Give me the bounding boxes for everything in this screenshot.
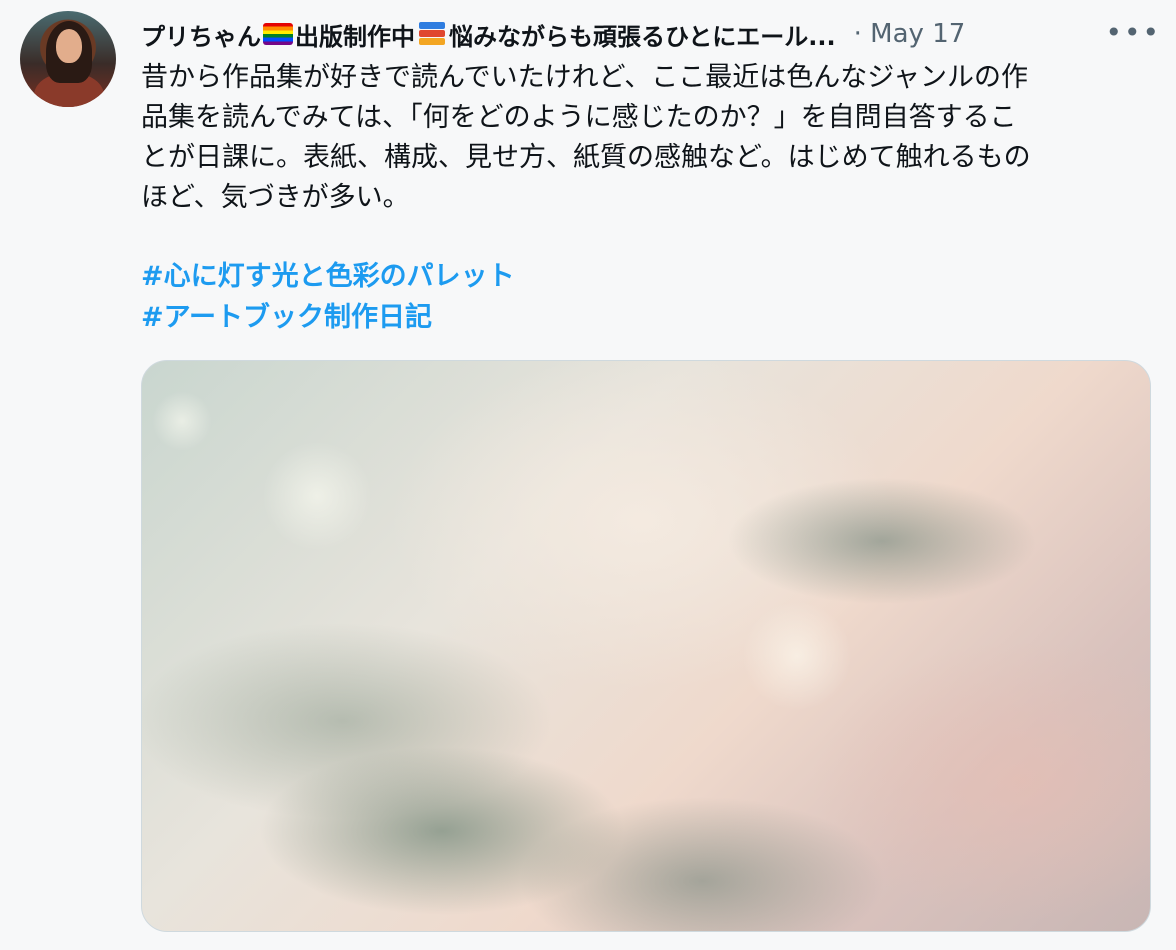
avatar-face: [56, 29, 82, 63]
light-flare: [152, 391, 212, 451]
rainbow-flag-icon: [263, 23, 293, 45]
hashtag-link[interactable]: #心に灯す光と色彩のパレット: [141, 256, 515, 297]
more-options-icon[interactable]: •••: [1105, 16, 1161, 49]
avatar[interactable]: [20, 11, 116, 107]
tweet-header: プリちゃん 出版制作中 悩みながらも頑張るひとにエール... · May 17 …: [141, 16, 1161, 52]
hashtag-link[interactable]: #アートブック制作日記: [141, 297, 515, 338]
tweet-body: 昔から作品集が好きで読んでいたけれど、ここ最近は色んなジャンルの作 品集を読んで…: [141, 62, 1031, 213]
author-name[interactable]: プリちゃん 出版制作中 悩みながらも頑張るひとにエール...: [141, 17, 836, 52]
author-name-part3: 悩みながらも頑張るひとにエール...: [449, 22, 836, 51]
separator-dot: ·: [853, 19, 862, 49]
date-text: May 17: [870, 19, 966, 49]
tweet-timestamp[interactable]: · May 17: [854, 19, 966, 49]
light-flare: [742, 601, 852, 711]
books-icon: [417, 21, 447, 47]
author-name-part2: 出版制作中: [295, 22, 415, 51]
light-flare: [262, 441, 372, 551]
hashtag-list: #心に灯す光と色彩のパレット #アートブック制作日記: [141, 256, 515, 338]
tweet-image[interactable]: [141, 360, 1151, 932]
author-name-part1: プリちゃん: [141, 22, 261, 51]
tweet: プリちゃん 出版制作中 悩みながらも頑張るひとにエール... · May 17 …: [0, 0, 1176, 950]
